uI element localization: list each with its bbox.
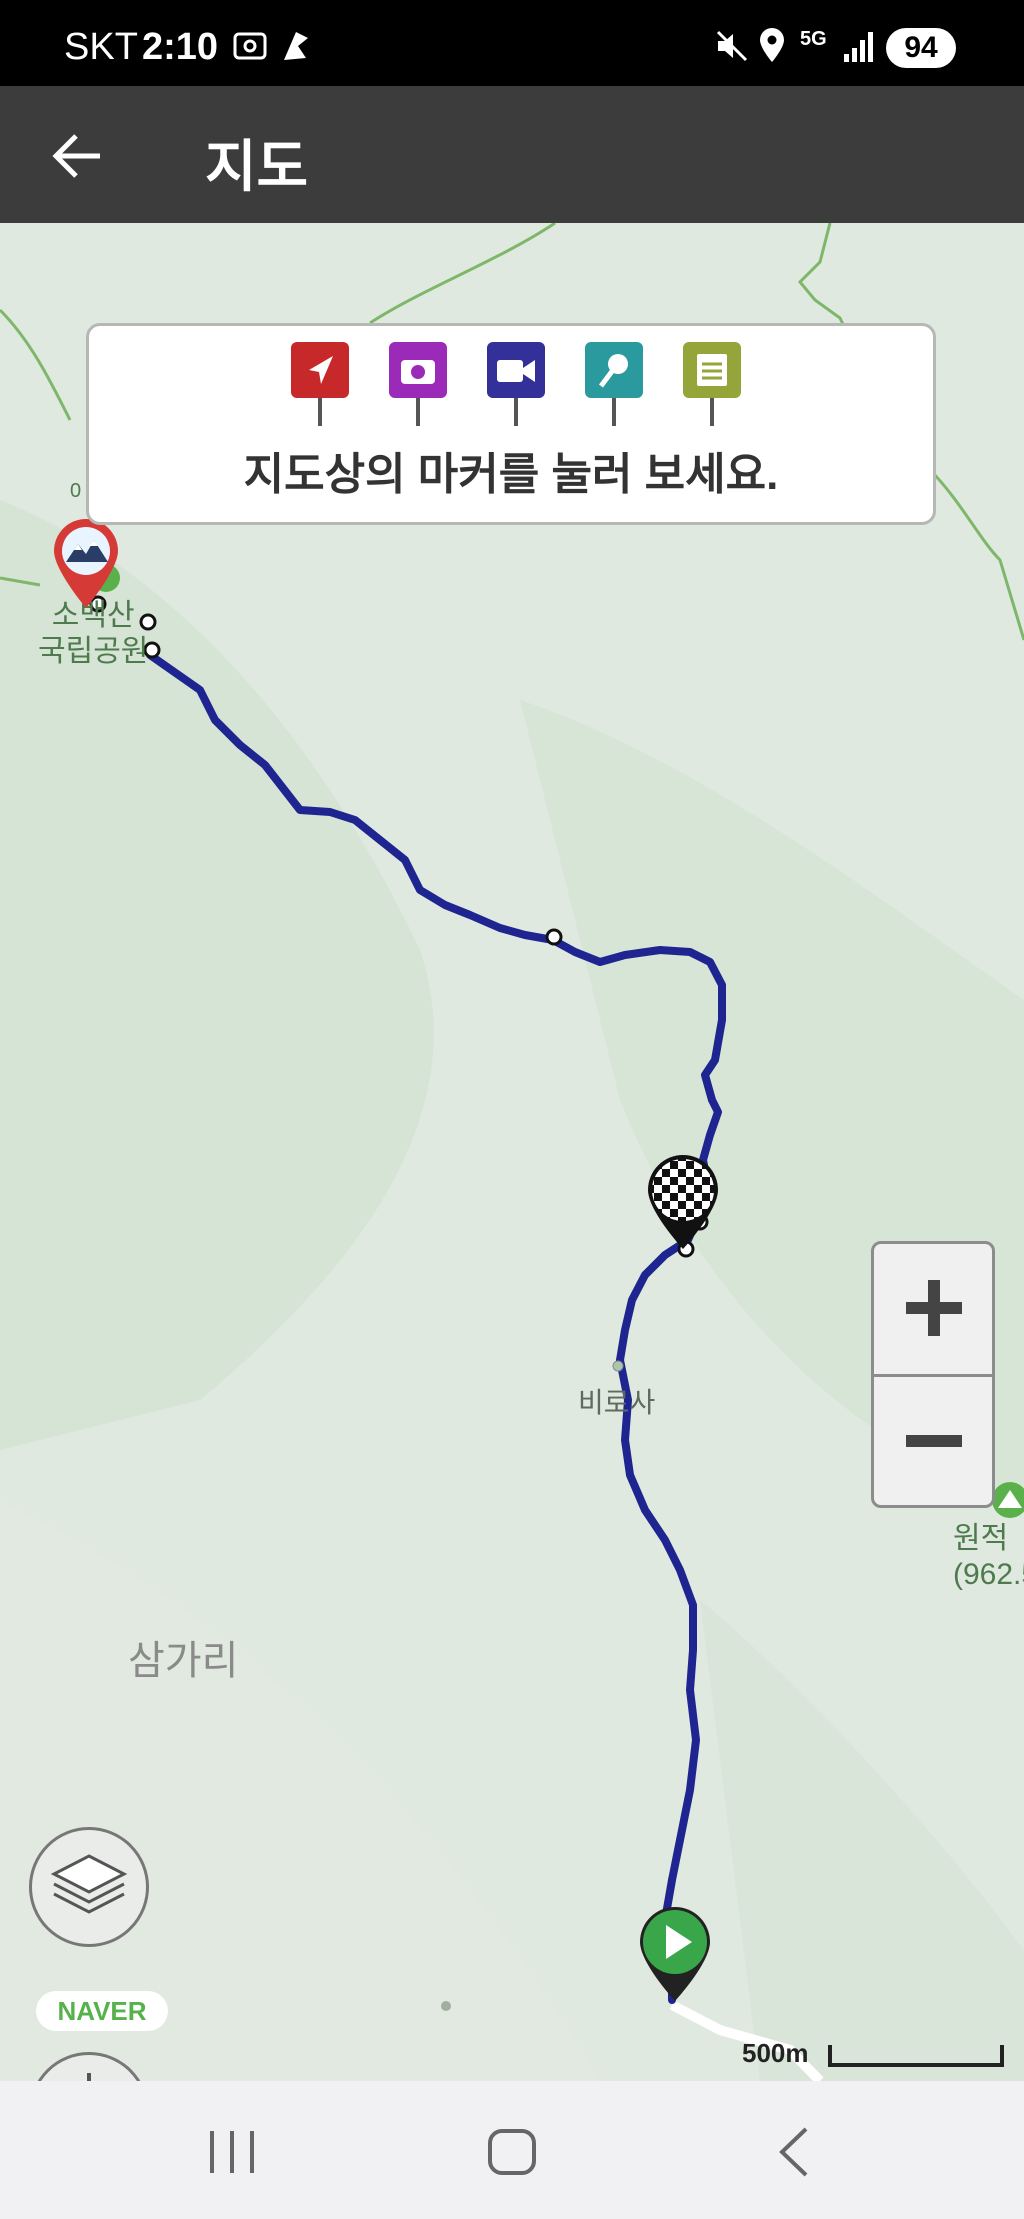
system-nav-bar bbox=[0, 2081, 1024, 2219]
scale-label: 500m bbox=[742, 2038, 809, 2068]
naver-logo: NAVER bbox=[36, 1991, 168, 2031]
microphone-icon bbox=[585, 342, 643, 426]
screenshot-icon bbox=[233, 32, 267, 60]
peak-name-line1: 원적 bbox=[953, 1522, 1009, 1555]
home-icon[interactable] bbox=[472, 2117, 552, 2187]
recents-icon[interactable] bbox=[192, 2117, 272, 2187]
clock: 2:10 bbox=[142, 26, 219, 68]
marker-instruction-text: 지도상의 마커를 눌러 보세요. bbox=[243, 450, 779, 499]
arrow-left-icon[interactable] bbox=[48, 126, 108, 186]
video-camera-icon bbox=[487, 342, 545, 426]
layers-button[interactable] bbox=[29, 1827, 149, 1947]
marker-legend-banner: 지도상의 마커를 눌러 보세요. bbox=[86, 323, 936, 525]
park-name-line2: 국립공원 bbox=[38, 635, 149, 668]
signal-icon bbox=[844, 32, 873, 62]
battery-level: 94 bbox=[904, 31, 938, 64]
status-bar: SKT 2:10 5G 94 bbox=[0, 0, 1024, 86]
battery-indicator: 94 bbox=[886, 28, 956, 68]
notepad-icon bbox=[683, 342, 741, 426]
peak-name-line2: (962.5 bbox=[953, 1558, 1024, 1591]
zoom-in-button[interactable] bbox=[874, 1244, 992, 1372]
app-notification-icon bbox=[284, 32, 308, 60]
mute-icon bbox=[716, 30, 748, 62]
start-play-marker[interactable] bbox=[638, 1905, 712, 2003]
page-title: 지도 bbox=[205, 135, 309, 198]
plus-icon bbox=[906, 1280, 962, 1336]
map-label-peak: 원적 (962.5 bbox=[953, 1521, 1024, 1593]
map-label-temple: 비로사 bbox=[578, 1387, 656, 1418]
carrier-label: SKT bbox=[64, 26, 138, 68]
network-type: 5G bbox=[800, 28, 827, 50]
app-bar: 지도 bbox=[0, 86, 1024, 223]
navigation-arrow-icon bbox=[291, 342, 349, 426]
layers-icon bbox=[50, 1854, 128, 1914]
map-edge-tick: 0 bbox=[70, 480, 82, 502]
camera-icon bbox=[389, 342, 447, 426]
location-icon bbox=[760, 28, 784, 62]
zoom-controls bbox=[871, 1241, 995, 1508]
map-label-village: 삼가리 bbox=[128, 1639, 239, 1683]
park-marker-pin[interactable] bbox=[52, 518, 120, 610]
back-chevron-icon[interactable] bbox=[754, 2117, 834, 2187]
zoom-out-button[interactable] bbox=[874, 1377, 992, 1505]
minus-icon bbox=[906, 1435, 962, 1447]
finish-flag-marker[interactable] bbox=[646, 1153, 720, 1251]
